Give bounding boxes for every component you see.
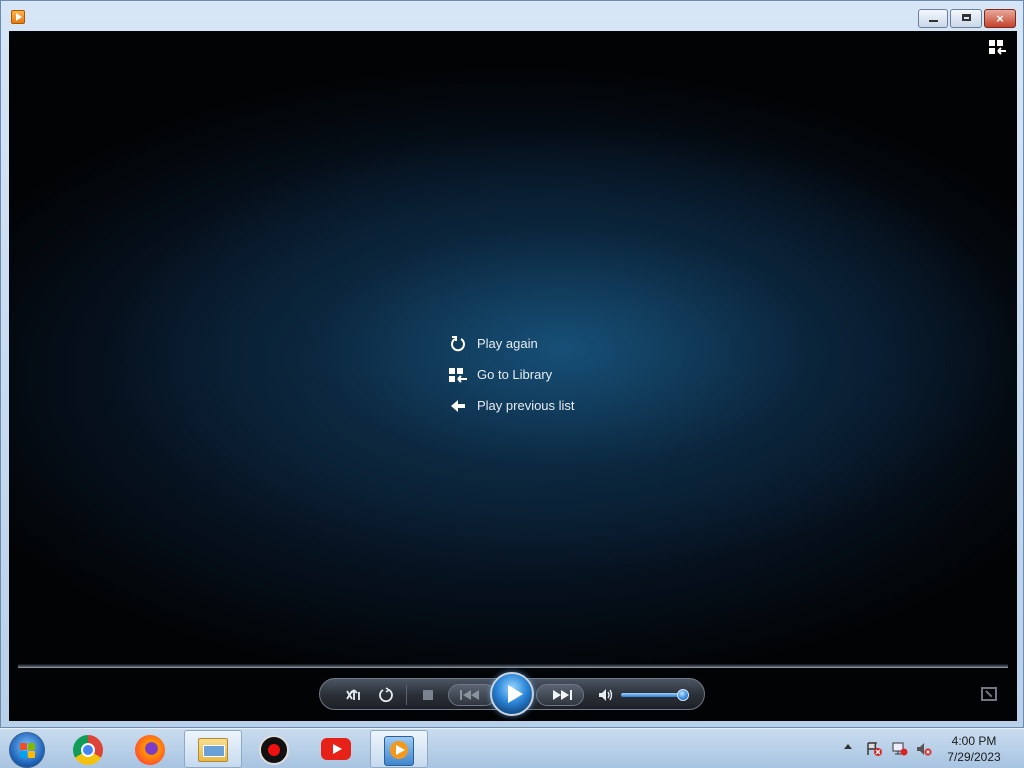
taskbar-file-explorer[interactable]: [184, 730, 242, 768]
stop-icon: [423, 690, 433, 700]
volume-muted-icon[interactable]: [916, 742, 932, 756]
taskbar-chrome[interactable]: [60, 730, 118, 768]
minimize-icon: [929, 20, 938, 22]
record-icon: [259, 735, 289, 765]
mute-button[interactable]: [596, 685, 616, 705]
system-clock[interactable]: 4:00 PM 7/29/2023: [934, 733, 1014, 765]
clock-date: 7/29/2023: [947, 750, 1001, 764]
next-button[interactable]: [536, 684, 584, 706]
speaker-icon: [599, 689, 613, 701]
repeat-button[interactable]: [376, 685, 396, 705]
previous-icon: [460, 690, 479, 700]
chrome-icon: [73, 735, 103, 765]
playback-finished-menu: Play again Go to Library Play previous l…: [449, 332, 609, 425]
clock-time: 4:00 PM: [951, 734, 997, 748]
switch-to-library-button[interactable]: [989, 40, 1007, 56]
maximize-button[interactable]: [950, 9, 982, 28]
close-button[interactable]: ×: [984, 9, 1016, 28]
taskbar-youtube[interactable]: [308, 730, 366, 768]
play-again-label: Play again: [477, 336, 538, 351]
volume-slider[interactable]: [621, 693, 685, 697]
play-button[interactable]: [490, 672, 534, 716]
firefox-icon: [135, 735, 165, 765]
play-previous-list-label: Play previous list: [477, 398, 575, 413]
title-bar[interactable]: ×: [1, 1, 1023, 31]
windows-media-player-icon: [384, 736, 414, 766]
restore-icon: [962, 14, 971, 21]
switch-to-library-icon: [989, 40, 1006, 55]
start-button[interactable]: [9, 732, 45, 768]
shuffle-icon: [346, 689, 360, 700]
media-player-window: × Play again Go to Library Play previous…: [0, 0, 1024, 728]
library-icon: [449, 366, 467, 384]
youtube-icon: [321, 738, 351, 760]
back-arrow-icon: [449, 397, 467, 415]
show-hidden-icons-button[interactable]: [844, 744, 852, 749]
seek-bar[interactable]: [18, 664, 1008, 668]
replay-icon: [449, 335, 467, 353]
close-icon: ×: [996, 11, 1004, 26]
go-to-library-link[interactable]: Go to Library: [449, 363, 609, 394]
taskbar-firefox[interactable]: [122, 730, 180, 768]
volume-slider-thumb[interactable]: [677, 689, 689, 701]
taskbar-windows-media-player[interactable]: [370, 730, 428, 768]
separator: [406, 685, 407, 705]
play-again-link[interactable]: Play again: [449, 332, 609, 363]
previous-button[interactable]: [448, 684, 496, 706]
repeat-icon: [379, 687, 393, 703]
taskbar-screen-recorder[interactable]: [246, 730, 304, 768]
taskbar: 4:00 PM 7/29/2023: [0, 728, 1024, 768]
go-to-library-label: Go to Library: [477, 367, 553, 382]
shuffle-button[interactable]: [344, 685, 364, 705]
play-previous-list-link[interactable]: Play previous list: [449, 394, 609, 425]
now-playing-area: Play again Go to Library Play previous l…: [9, 31, 1017, 721]
minimize-button[interactable]: [918, 9, 948, 28]
network-icon[interactable]: [892, 742, 908, 756]
stop-button[interactable]: [418, 685, 438, 705]
windows-media-player-icon: [11, 10, 25, 24]
action-center-flag-icon[interactable]: [866, 742, 882, 756]
next-icon: [553, 690, 572, 700]
file-explorer-icon: [198, 738, 228, 762]
fullscreen-button[interactable]: [981, 687, 997, 701]
